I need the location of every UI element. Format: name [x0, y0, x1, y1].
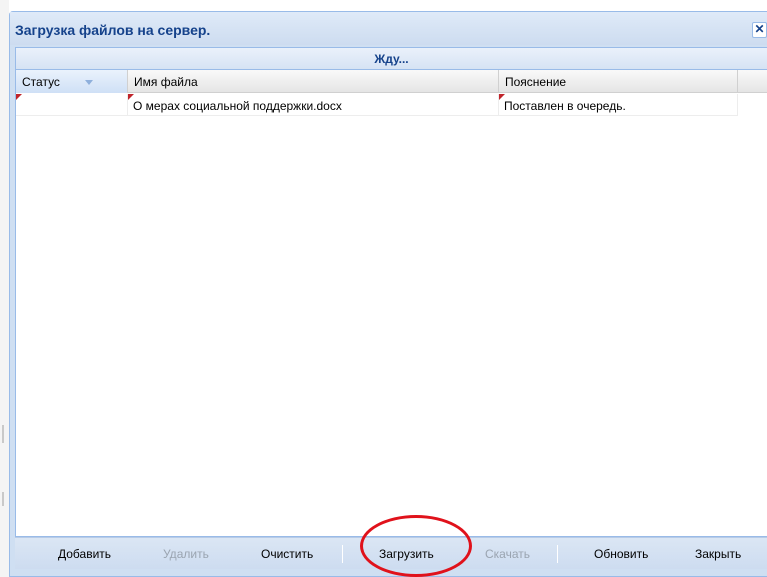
sort-descending-icon[interactable] — [85, 80, 93, 85]
column-header-note[interactable]: Пояснение — [499, 70, 738, 93]
cell-file-name: О мерах социальной поддержки.docx — [128, 94, 499, 116]
cell-note: Поставлен в очередь. — [499, 94, 738, 116]
add-button[interactable]: Добавить — [58, 547, 111, 561]
progress-status-text: Жду... — [374, 52, 409, 66]
table-row[interactable]: О мерах социальной поддержки.docx Постав… — [16, 94, 738, 116]
highlight-ellipse — [360, 515, 472, 577]
upload-progress-bar: Жду... — [16, 48, 767, 70]
column-header-filler — [738, 70, 767, 93]
download-button[interactable]: Скачать — [485, 547, 530, 561]
upload-grid-panel: Жду... Статус Имя файла Пояснение О мера — [15, 47, 767, 537]
dirty-marker-icon — [16, 94, 22, 100]
toolbar-separator — [342, 545, 343, 563]
column-label: Пояснение — [505, 75, 567, 89]
dialog-title: Загрузка файлов на сервер. — [15, 22, 211, 38]
clear-button[interactable]: Очистить — [261, 547, 313, 561]
cell-status — [16, 94, 128, 116]
delete-button[interactable]: Удалить — [163, 547, 209, 561]
toolbar-separator — [557, 545, 558, 563]
background-edge — [0, 0, 9, 577]
cell-note-text: Поставлен в очередь. — [504, 99, 626, 113]
column-header-file-name[interactable]: Имя файла — [128, 70, 499, 93]
column-header-status[interactable]: Статус — [16, 70, 128, 93]
edge-mark — [2, 492, 4, 506]
upload-dialog: Загрузка файлов на сервер. ✕ Жду... Стат… — [9, 11, 767, 577]
cell-file-name-text: О мерах социальной поддержки.docx — [133, 99, 342, 113]
grid-header: Статус Имя файла Пояснение — [16, 70, 767, 93]
close-button[interactable]: Закрыть — [695, 547, 741, 561]
column-label: Имя файла — [134, 75, 198, 89]
edge-mark — [2, 425, 4, 443]
refresh-button[interactable]: Обновить — [594, 547, 648, 561]
dialog-title-bar[interactable]: Загрузка файлов на сервер. ✕ — [10, 12, 767, 45]
column-label: Статус — [22, 75, 60, 89]
close-icon[interactable]: ✕ — [752, 22, 767, 38]
